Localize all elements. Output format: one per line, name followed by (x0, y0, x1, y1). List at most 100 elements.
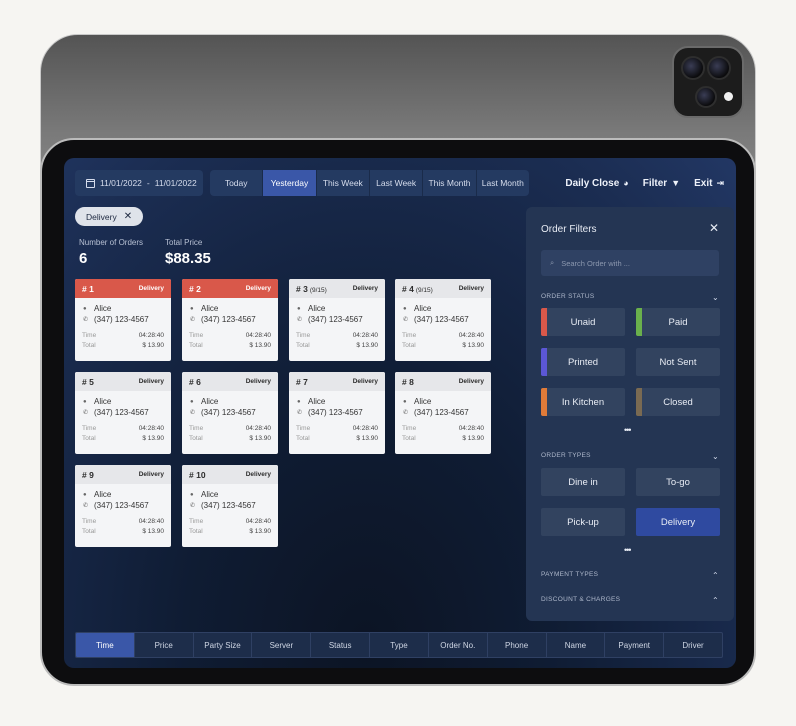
order-card-header: # 3 (9/15) Delivery (289, 279, 385, 298)
user-icon: ● (403, 398, 407, 405)
total-label: Total (82, 342, 96, 349)
tab-last-month[interactable]: Last Month (477, 170, 529, 196)
status-printed-button[interactable]: Printed (541, 348, 625, 376)
tab-last-week[interactable]: Last Week (370, 170, 424, 196)
customer-phone: (347) 123-4567 (414, 315, 469, 324)
order-card[interactable]: # 9 Delivery ● Alice ✆ (347) 123-4567 Time 04:2… (75, 465, 171, 547)
sort-price[interactable]: Price (135, 633, 194, 657)
filter-label: Filter (642, 177, 668, 189)
sort-status[interactable]: Status (311, 633, 371, 657)
customer-name: Alice (201, 397, 219, 406)
order-type: Delivery (138, 378, 164, 385)
chevron-down-icon: ⌄ (711, 293, 719, 302)
status-closed-button[interactable]: Closed (636, 388, 720, 416)
sort-phone[interactable]: Phone (488, 633, 547, 657)
camera-lens-icon (681, 56, 705, 80)
order-card[interactable]: # 10 Delivery ● Alice ✆ (347) 123-4567 Time 04:… (182, 465, 278, 547)
status-in-kitchen-button[interactable]: In Kitchen (541, 388, 625, 416)
user-icon: ● (297, 398, 301, 405)
phone-icon: ✆ (190, 503, 196, 509)
customer-row: ● Alice (75, 396, 171, 407)
date-range-picker[interactable]: 11/01/2022 - 11/01/2022 (75, 170, 203, 196)
total-label: Total (402, 342, 416, 349)
order-number-group: # 8 (402, 377, 414, 387)
time-label: Time (189, 518, 204, 525)
customer-name: Alice (94, 304, 112, 313)
funnel-icon: ▼ (671, 178, 681, 188)
tab-today[interactable]: Today (210, 170, 264, 196)
tab-yesterday[interactable]: Yesterday (263, 170, 317, 196)
customer-phone: (347) 123-4567 (94, 408, 149, 417)
order-card[interactable]: # 1 Delivery ● Alice ✆ (347) 123-4567 Time 04:2… (75, 279, 171, 361)
time-row: Time 04:28:40 (189, 517, 271, 527)
order-type: Delivery (352, 285, 378, 292)
phone-icon: ✆ (83, 503, 89, 509)
order-card-footer: Time 04:28:40 Total $ 13.90 (182, 511, 278, 537)
order-total: $ 13.90 (142, 528, 164, 535)
order-card[interactable]: # 7 Delivery ● Alice ✆ (347) 123-4567 Time 04:2… (289, 372, 385, 454)
order-number: # 8 (402, 376, 414, 387)
close-icon[interactable]: ✕ (709, 221, 719, 235)
customer-row: ● Alice (182, 396, 278, 407)
order-number-group: # 6 (189, 377, 201, 387)
more-statuses-icon[interactable]: ••• (624, 425, 632, 435)
type-to-go-button[interactable]: To-go (636, 468, 720, 496)
time-row: Time 04:28:40 (296, 331, 378, 341)
order-card[interactable]: # 2 Delivery ● Alice ✆ (347) 123-4567 Time 04:2… (182, 279, 278, 361)
order-card[interactable]: # 4 (9/15) Delivery ● Alice ✆ (347) 123-4567 Ti… (395, 279, 491, 361)
payment-types-section-header[interactable]: PAYMENT TYPES ⌃ (541, 571, 719, 580)
type-delivery-button[interactable]: Delivery (636, 508, 720, 536)
total-label: Total (82, 528, 96, 535)
order-types-section-header[interactable]: ORDER TYPES ⌄ (541, 452, 719, 461)
order-card-footer: Time 04:28:40 Total $ 13.90 (75, 325, 171, 351)
orders-count-value: 6 (79, 250, 88, 267)
sort-order-no[interactable]: Order No. (429, 633, 488, 657)
status-paid-button[interactable]: Paid (636, 308, 720, 336)
exit-label: Exit (694, 177, 713, 189)
time-label: Time (82, 518, 97, 525)
sort-type[interactable]: Type (370, 633, 429, 657)
sort-driver[interactable]: Driver (664, 633, 722, 657)
close-icon[interactable]: ✕ (124, 211, 132, 222)
sort-server[interactable]: Server (252, 633, 312, 657)
phone-row: ✆ (347) 123-4567 (289, 314, 385, 325)
phone-row: ✆ (347) 123-4567 (395, 407, 491, 418)
phone-row: ✆ (347) 123-4567 (182, 314, 278, 325)
total-row: Total $ 13.90 (82, 434, 164, 444)
total-price-label: Total Price (165, 238, 203, 247)
exit-button[interactable]: Exit ⇥ (694, 178, 724, 189)
daily-close-button[interactable]: Daily Close ◕ (565, 178, 628, 189)
time-row: Time 04:28:40 (296, 424, 378, 434)
order-card-body: ● Alice ✆ (347) 123-4567 (395, 298, 491, 325)
order-types-label: ORDER TYPES (541, 452, 591, 459)
sort-party-size[interactable]: Party Size (194, 633, 253, 657)
order-card[interactable]: # 3 (9/15) Delivery ● Alice ✆ (347) 123-4567 Ti… (289, 279, 385, 361)
status-label: Printed (567, 356, 599, 368)
sort-payment[interactable]: Payment (605, 633, 665, 657)
order-number-group: # 1 (82, 284, 94, 294)
tab-this-month[interactable]: This Month (423, 170, 477, 196)
order-card[interactable]: # 6 Delivery ● Alice ✆ (347) 123-4567 Time 04:2… (182, 372, 278, 454)
status-unaid-button[interactable]: Unaid (541, 308, 625, 336)
time-row: Time 04:28:40 (82, 331, 164, 341)
customer-row: ● Alice (182, 303, 278, 314)
status-color-bar (636, 308, 642, 336)
sort-name[interactable]: Name (547, 633, 606, 657)
search-order-input[interactable]: ⌕ Search Order with ... (541, 250, 719, 276)
type-dine-in-button[interactable]: Dine in (541, 468, 625, 496)
total-row: Total $ 13.90 (189, 341, 271, 351)
order-status-section-header[interactable]: ORDER STATUS ⌄ (541, 293, 719, 302)
order-time: 04:28:40 (138, 425, 164, 432)
more-types-icon[interactable]: ••• (624, 545, 632, 555)
sort-time[interactable]: Time (76, 633, 135, 657)
time-label: Time (82, 425, 97, 432)
order-card[interactable]: # 8 Delivery ● Alice ✆ (347) 123-4567 Time 04:2… (395, 372, 491, 454)
discount-section-header[interactable]: DISCOUNT & CHARGES ⌃ (541, 596, 719, 605)
filter-button[interactable]: Filter ▼ (643, 178, 680, 189)
chevron-up-icon: ⌃ (711, 571, 719, 580)
status-not-sent-button[interactable]: Not Sent (636, 348, 720, 376)
type-pick-up-button[interactable]: Pick-up (541, 508, 625, 536)
tab-this-week[interactable]: This Week (317, 170, 370, 196)
active-filter-chip[interactable]: Delivery ✕ (75, 207, 144, 226)
order-card[interactable]: # 5 Delivery ● Alice ✆ (347) 123-4567 Time 04:2… (75, 372, 171, 454)
